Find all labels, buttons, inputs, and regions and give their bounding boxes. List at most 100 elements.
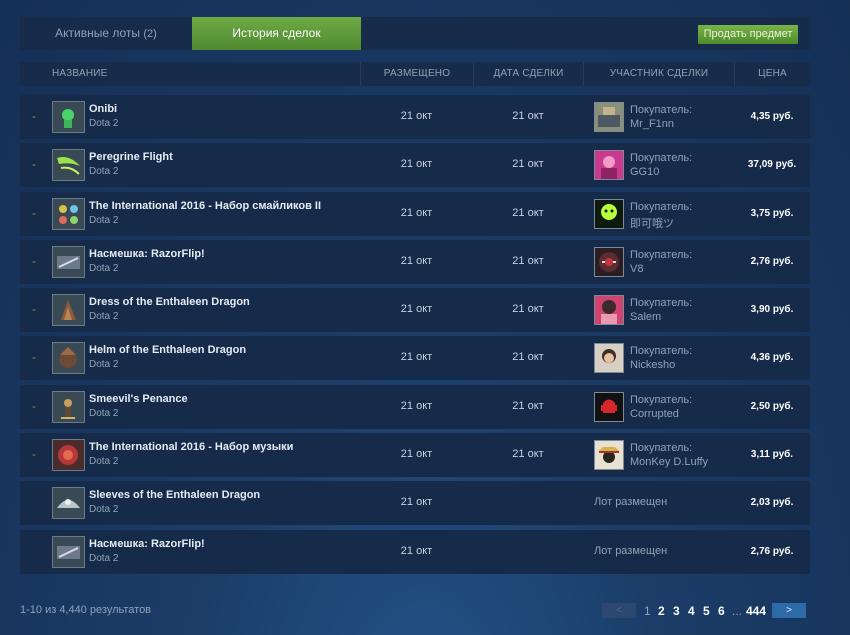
placed-date: 21 окт xyxy=(400,448,433,461)
item-thumbnail[interactable] xyxy=(52,101,85,133)
deal-date: 21 окт xyxy=(512,206,544,219)
table-row[interactable]: - The International 2016 - Набор музыки Do… xyxy=(20,433,810,478)
buyer-name[interactable]: MonKey D.Luffy xyxy=(630,456,708,468)
prev-page-button[interactable]: < xyxy=(602,603,636,618)
history-list: - Onibi Dota 2 21 окт 21 окт Покупатель: Mr_F1… xyxy=(20,95,810,578)
item-name[interactable]: Peregrine Flight xyxy=(89,151,173,163)
buyer-name[interactable]: Mr_F1nn xyxy=(630,118,674,130)
party-role: Покупатель: xyxy=(630,345,693,358)
buyer-avatar[interactable] xyxy=(594,440,624,471)
item-price: 3,75 руб. xyxy=(750,207,794,219)
buyer-name[interactable]: 即可哦ツ xyxy=(630,215,674,231)
buyer-name[interactable]: GG10 xyxy=(630,166,659,178)
tab-active-lots[interactable]: Активные лоты (2) xyxy=(20,17,192,50)
tab-history[interactable]: История сделок xyxy=(192,17,361,50)
sell-item-button[interactable]: Продать предмет xyxy=(698,25,798,44)
item-price: 4,36 руб. xyxy=(750,352,794,364)
buyer-avatar[interactable] xyxy=(594,150,624,181)
table-header: НАЗВАНИЕ РАЗМЕЩЕНО ДАТА СДЕЛКИ УЧАСТНИК … xyxy=(20,62,810,86)
item-name[interactable]: Dress of the Enthaleen Dragon xyxy=(89,296,250,308)
results-count: 1-10 из 4,440 результатов xyxy=(20,604,152,616)
placed-date: 21 окт xyxy=(400,206,433,219)
placed-date: 21 окт xyxy=(400,544,433,557)
table-row[interactable]: - The International 2016 - Набор смайлико… xyxy=(20,191,810,236)
table-row[interactable]: Sleeves of the Enthaleen Dragon Dota 2 21 … xyxy=(20,481,810,526)
item-thumbnail[interactable] xyxy=(52,439,85,472)
table-row[interactable]: - Dress of the Enthaleen Dragon Dota 2 21 о… xyxy=(20,288,810,333)
page-5[interactable]: 5 xyxy=(703,603,710,619)
page-ellipsis: ... xyxy=(732,604,743,618)
item-name[interactable]: The International 2016 - Набор музыки xyxy=(89,441,293,453)
item-name[interactable]: Helm of the Enthaleen Dragon xyxy=(89,344,246,356)
item-game: Dota 2 xyxy=(89,311,119,323)
item-price: 2,50 руб. xyxy=(750,400,794,412)
page-2[interactable]: 2 xyxy=(658,603,665,619)
item-name[interactable]: Насмешка: RazorFlip! xyxy=(89,538,205,550)
item-thumbnail[interactable] xyxy=(52,197,85,230)
row-status-dash: - xyxy=(32,350,36,365)
item-name[interactable]: Насмешка: RazorFlip! xyxy=(89,248,205,260)
column-header-party: УЧАСТНИК СДЕЛКИ xyxy=(583,62,734,86)
buyer-avatar[interactable] xyxy=(594,198,624,229)
table-row[interactable]: - Smeevil's Penance Dota 2 21 окт 21 окт Поку… xyxy=(20,384,810,429)
column-header-name: НАЗВАНИЕ xyxy=(52,68,108,79)
deal-date: 21 окт xyxy=(512,351,544,364)
item-thumbnail[interactable] xyxy=(52,245,85,278)
item-thumbnail[interactable] xyxy=(52,342,85,375)
item-thumbnail[interactable] xyxy=(52,294,85,327)
placed-date: 21 окт xyxy=(400,158,433,171)
item-game: Dota 2 xyxy=(89,456,119,468)
table-row[interactable]: - Насмешка: RazorFlip! Dota 2 21 окт 21 окт П… xyxy=(20,239,810,284)
item-game: Dota 2 xyxy=(89,359,119,371)
deal-date: 21 окт xyxy=(512,110,544,122)
buyer-avatar[interactable] xyxy=(594,391,624,422)
party-role: Покупатель: xyxy=(630,297,693,310)
buyer-avatar[interactable] xyxy=(594,343,624,374)
deal-date: 21 окт xyxy=(512,303,544,316)
item-name[interactable]: Smeevil's Penance xyxy=(89,393,188,405)
buyer-avatar[interactable] xyxy=(594,102,624,132)
row-status-dash: - xyxy=(32,157,36,172)
placed-date: 21 окт xyxy=(400,303,433,316)
item-name[interactable]: Onibi xyxy=(89,103,117,115)
item-thumbnail[interactable] xyxy=(52,535,85,568)
item-price: 4,35 руб. xyxy=(750,111,794,122)
page-1[interactable]: 1 xyxy=(644,603,651,619)
table-row[interactable]: Насмешка: RazorFlip! Dota 2 21 окт Лот разм… xyxy=(20,529,810,574)
row-status-dash: - xyxy=(32,302,36,317)
item-price: 2,03 руб. xyxy=(750,497,794,509)
buyer-name[interactable]: Corrupted xyxy=(630,408,679,420)
buyer-avatar[interactable] xyxy=(594,295,624,326)
page-6[interactable]: 6 xyxy=(718,603,725,619)
placed-date: 21 окт xyxy=(400,110,433,122)
page-4[interactable]: 4 xyxy=(688,603,695,619)
placed-date: 21 окт xyxy=(400,351,433,364)
tab-active-lots-label: Активные лоты xyxy=(55,26,141,40)
table-row[interactable]: - Onibi Dota 2 21 окт 21 окт Покупатель: Mr_F1… xyxy=(20,95,810,139)
page-3[interactable]: 3 xyxy=(673,603,680,619)
item-game: Dota 2 xyxy=(89,166,119,178)
item-game: Dota 2 xyxy=(89,504,119,516)
page-last[interactable]: 444 xyxy=(746,603,766,619)
item-thumbnail[interactable] xyxy=(52,149,85,182)
table-row[interactable]: - Helm of the Enthaleen Dragon Dota 2 21 ок… xyxy=(20,336,810,381)
column-header-date: ДАТА СДЕЛКИ xyxy=(473,62,583,86)
item-price: 37,09 руб. xyxy=(747,159,797,171)
item-game: Dota 2 xyxy=(89,118,119,129)
item-game: Dota 2 xyxy=(89,214,119,226)
table-row[interactable]: - Peregrine Flight Dota 2 21 окт 21 окт Покуп… xyxy=(20,143,810,188)
item-thumbnail[interactable] xyxy=(52,487,85,520)
buyer-name[interactable]: V8 xyxy=(630,263,643,275)
buyer-name[interactable]: Salem xyxy=(630,311,661,323)
item-thumbnail[interactable] xyxy=(52,390,85,423)
item-name[interactable]: Sleeves of the Enthaleen Dragon xyxy=(89,489,260,501)
placed-date: 21 окт xyxy=(400,254,433,267)
item-name[interactable]: The International 2016 - Набор смайликов… xyxy=(89,200,321,212)
party-role: Покупатель: xyxy=(630,200,693,213)
buyer-avatar[interactable] xyxy=(594,246,624,277)
buyer-name[interactable]: Nickesho xyxy=(630,359,675,371)
item-price: 2,76 руб. xyxy=(750,545,794,557)
party-role: Покупатель: xyxy=(630,442,693,455)
next-page-button[interactable]: > xyxy=(772,603,806,618)
tab-active-lots-count: (2) xyxy=(143,28,157,40)
